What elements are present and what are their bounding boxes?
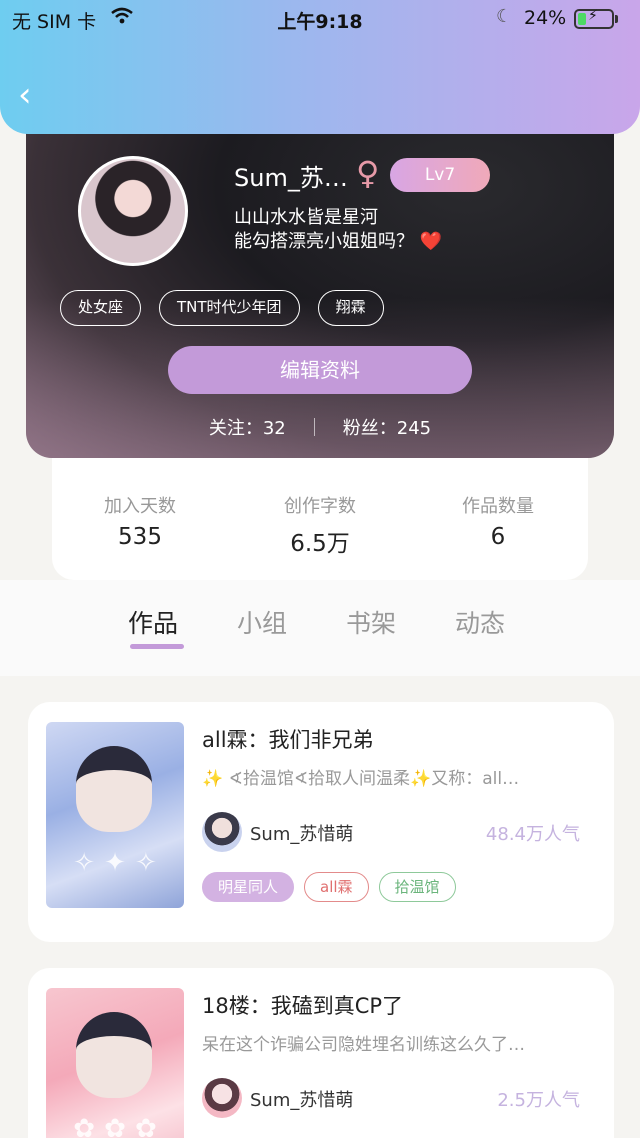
author-name[interactable]: Sum_苏惜萌 xyxy=(250,820,353,846)
popularity-count: 48.4万人气 xyxy=(485,824,580,845)
tab-groups[interactable]: 小组 xyxy=(237,604,287,640)
book-tags: 明星同人 all霖 拾温馆 xyxy=(202,872,456,902)
bio-line-2: 能勾搭漂亮小姐姐吗？ xyxy=(234,231,414,252)
stats-card: 加入天数 535 创作字数 6.5万 作品数量 6 xyxy=(52,440,588,580)
stat-works-count: 作品数量 6 xyxy=(418,492,578,550)
followers-count[interactable]: 粉丝：245 xyxy=(343,418,431,439)
battery-percent: 24% xyxy=(524,7,567,29)
avatar[interactable] xyxy=(78,156,188,266)
book-description: ✨ ∢拾温馆∢拾取人间温柔✨又称：all… xyxy=(202,769,520,789)
heart-icon: ❤️ xyxy=(419,231,443,252)
book-card[interactable]: ✧ ✦ ✧ all霖：我们非兄弟 ✨ ∢拾温馆∢拾取人间温柔✨又称：all… S… xyxy=(28,702,614,942)
stat-value: 535 xyxy=(118,524,162,550)
header-bar: 无 SIM 卡 上午9:18 ☾ 24% ⚡ ‹ xyxy=(0,0,640,134)
tab-activity[interactable]: 动态 xyxy=(455,604,505,640)
follow-stats: 关注：32 粉丝：245 xyxy=(26,414,614,440)
profile-tag[interactable]: 处女座 xyxy=(60,290,142,326)
stat-word-count: 创作字数 6.5万 xyxy=(240,492,400,558)
stat-label: 作品数量 xyxy=(462,496,534,517)
stat-label: 创作字数 xyxy=(284,496,356,517)
stat-join-days: 加入天数 535 xyxy=(60,492,220,550)
author-avatar[interactable] xyxy=(202,812,242,852)
tab-works[interactable]: 作品 xyxy=(128,604,178,640)
divider xyxy=(313,418,315,436)
bio: 山山水水皆是星河 能勾搭漂亮小姐姐吗？ ❤️ xyxy=(234,206,442,254)
female-icon: ♀ xyxy=(356,154,380,192)
author-avatar[interactable] xyxy=(202,1078,242,1118)
tab-bar: 作品 小组 书架 动态 xyxy=(0,580,640,676)
following-count[interactable]: 关注：32 xyxy=(209,418,286,439)
stat-label: 加入天数 xyxy=(104,496,176,517)
username: Sum_苏… xyxy=(234,164,348,192)
battery-icon: ⚡ xyxy=(574,8,614,29)
book-title[interactable]: all霖：我们非兄弟 xyxy=(202,724,374,754)
tab-bookshelf[interactable]: 书架 xyxy=(346,604,396,640)
book-tag[interactable]: all霖 xyxy=(304,872,369,902)
do-not-disturb-icon: ☾ xyxy=(496,6,513,27)
book-tag[interactable]: 明星同人 xyxy=(202,872,295,902)
author-name[interactable]: Sum_苏惜萌 xyxy=(250,1086,353,1112)
book-cover[interactable]: ✧ ✦ ✧ xyxy=(46,722,184,908)
status-bar: 无 SIM 卡 上午9:18 ☾ 24% ⚡ xyxy=(0,0,640,36)
stat-value: 6.5万 xyxy=(290,531,350,557)
book-description: 呆在这个诈骗公司隐姓埋名训练这么久了… xyxy=(202,1035,525,1055)
book-title[interactable]: 18楼：我磕到真CP了 xyxy=(202,990,403,1020)
profile-tag[interactable]: TNT时代少年团 xyxy=(159,290,300,326)
level-badge: Lv7 xyxy=(390,158,490,192)
book-cover[interactable]: ✿ ✿ ✿ xyxy=(46,988,184,1138)
battery-tip xyxy=(615,15,618,23)
stat-value: 6 xyxy=(490,524,506,550)
bio-line-1: 山山水水皆是星河 xyxy=(234,207,378,228)
profile-tag[interactable]: 翔霖 xyxy=(317,290,384,326)
back-icon[interactable]: ‹ xyxy=(18,78,48,112)
profile-tags: 处女座 TNT时代少年团 翔霖 xyxy=(60,290,384,326)
popularity-count: 2.5万人气 xyxy=(497,1090,580,1111)
tab-indicator xyxy=(130,644,184,649)
profile-hero: Sum_苏… ♀ Lv7 山山水水皆是星河 能勾搭漂亮小姐姐吗？ ❤️ 处女座 … xyxy=(26,118,614,458)
book-card[interactable]: ✿ ✿ ✿ 18楼：我磕到真CP了 呆在这个诈骗公司隐姓埋名训练这么久了… Su… xyxy=(28,968,614,1138)
book-tag[interactable]: 拾温馆 xyxy=(378,872,456,902)
edit-profile-button[interactable]: 编辑资料 xyxy=(168,346,472,394)
